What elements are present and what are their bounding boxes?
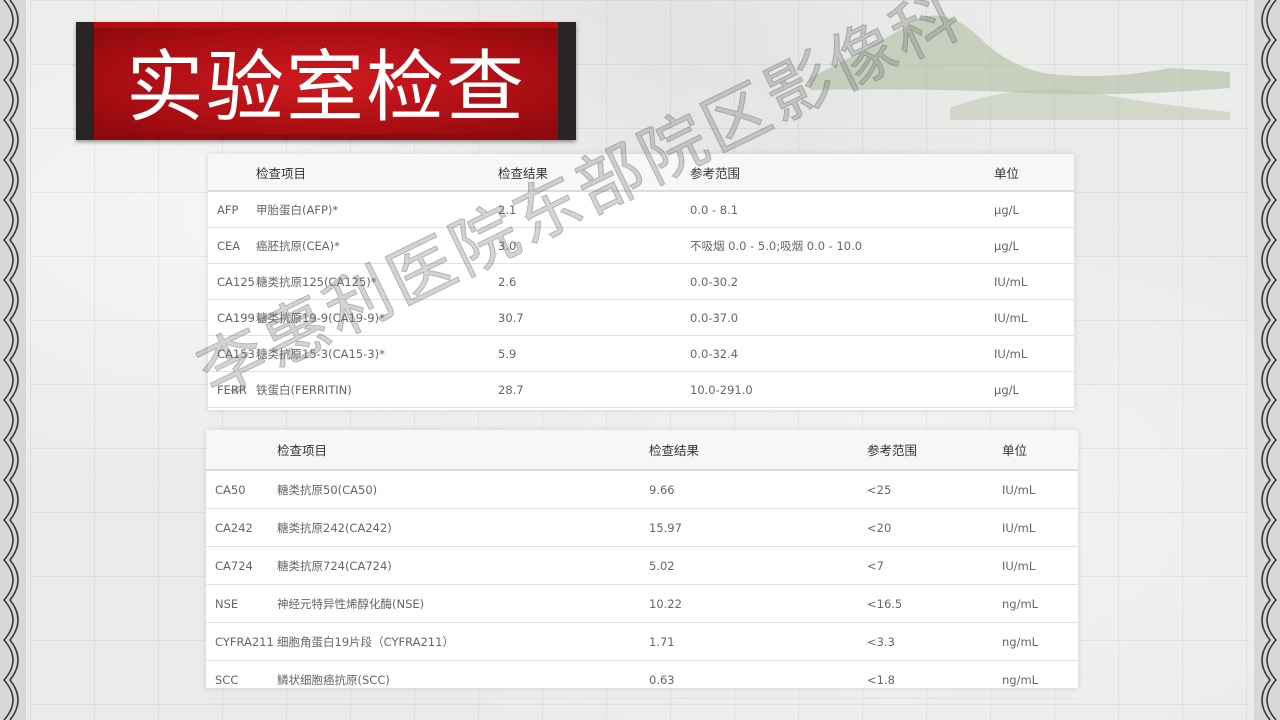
cell-name: 糖类抗原242(CA242)	[276, 508, 648, 547]
table-row: NSE 神经元特异性烯醇化酶(NSE) 10.22 <16.5 ng/mL	[206, 584, 1078, 623]
table-row: AFP 甲胎蛋白(AFP)* 2.1 0.0 - 8.1 μg/L	[208, 191, 1074, 228]
cell-name: 鳞状细胞癌抗原(SCC)	[276, 660, 648, 699]
cell-name: 糖类抗原724(CA724)	[276, 546, 648, 585]
table-row: CA50 糖类抗原50(CA50) 9.66 <25 IU/mL	[206, 470, 1078, 509]
cell-range: 0.0-32.4	[689, 335, 993, 372]
cell-result: 5.02	[648, 546, 866, 585]
cell-name: 细胞角蛋白19片段（CYFRA211）	[276, 622, 648, 661]
cell-code: CA199	[208, 299, 255, 336]
tumor-marker-table-1: 检查项目 检查结果 参考范围 单位 AFP 甲胎蛋白(AFP)* 2.1 0.0…	[208, 154, 1074, 410]
cell-code: NSE	[206, 584, 276, 623]
cell-name: 甲胎蛋白(AFP)*	[255, 191, 497, 228]
left-decorative-border	[0, 0, 26, 720]
table-header-row: 检查项目 检查结果 参考范围 单位	[206, 430, 1078, 471]
cell-name: 糖类抗原50(CA50)	[276, 470, 648, 509]
cell-name: 神经元特异性烯醇化酶(NSE)	[276, 584, 648, 623]
cell-range: <1.8	[866, 660, 1001, 699]
mountain-decoration	[810, 15, 1230, 120]
header-result: 检查结果	[497, 154, 689, 192]
cell-unit: IU/mL	[1001, 508, 1078, 547]
cell-name: 癌胚抗原(CEA)*	[255, 227, 497, 264]
cell-result: 9.66	[648, 470, 866, 509]
table-row: CA724 糖类抗原724(CA724) 5.02 <7 IU/mL	[206, 546, 1078, 585]
table-header-row: 检查项目 检查结果 参考范围 单位	[208, 154, 1074, 192]
cell-unit: μg/L	[993, 371, 1074, 408]
cell-result: 2.1	[497, 191, 689, 228]
tumor-marker-table-2: 检查项目 检查结果 参考范围 单位 CA50 糖类抗原50(CA50) 9.66…	[206, 430, 1078, 699]
cell-code: CA50	[206, 470, 276, 509]
table-row: CA242 糖类抗原242(CA242) 15.97 <20 IU/mL	[206, 508, 1078, 547]
cell-code: CYFRA211	[206, 622, 276, 661]
cell-unit: ng/mL	[1001, 622, 1078, 661]
cell-unit: μg/L	[993, 227, 1074, 264]
title-banner: 实验室检查	[76, 22, 576, 140]
cell-unit: IU/mL	[993, 335, 1074, 372]
cell-unit: IU/mL	[993, 299, 1074, 336]
cell-code: AFP	[208, 191, 255, 228]
cell-result: 0.63	[648, 660, 866, 699]
cell-unit: μg/L	[993, 191, 1074, 228]
header-unit: 单位	[993, 154, 1074, 192]
table-row: CA199 糖类抗原19-9(CA19-9)* 30.7 0.0-37.0 IU…	[208, 299, 1074, 336]
cell-range: 不吸烟 0.0 - 5.0;吸烟 0.0 - 10.0	[689, 227, 993, 264]
cell-result: 2.6	[497, 263, 689, 300]
cell-code: FERR	[208, 371, 255, 408]
cell-code: CEA	[208, 227, 255, 264]
header-code	[208, 154, 255, 192]
header-result: 检查结果	[648, 430, 866, 471]
header-range: 参考范围	[866, 430, 1001, 471]
table-row: CA153 糖类抗原15-3(CA15-3)* 5.9 0.0-32.4 IU/…	[208, 335, 1074, 372]
right-decorative-border	[1254, 0, 1280, 720]
cell-result: 3.0	[497, 227, 689, 264]
cell-result: 10.22	[648, 584, 866, 623]
cell-unit: IU/mL	[1001, 470, 1078, 509]
cell-unit: ng/mL	[1001, 660, 1078, 699]
header-unit: 单位	[1001, 430, 1078, 471]
cell-range: <20	[866, 508, 1001, 547]
header-range: 参考范围	[689, 154, 993, 192]
cell-unit: IU/mL	[993, 263, 1074, 300]
table-row: SCC 鳞状细胞癌抗原(SCC) 0.63 <1.8 ng/mL	[206, 660, 1078, 699]
cell-range: <16.5	[866, 584, 1001, 623]
cell-range: <3.3	[866, 622, 1001, 661]
table-row: FERR 铁蛋白(FERRITIN) 28.7 10.0-291.0 μg/L	[208, 371, 1074, 408]
cell-name: 糖类抗原15-3(CA15-3)*	[255, 335, 497, 372]
header-code	[206, 430, 276, 471]
cell-range: 10.0-291.0	[689, 371, 993, 408]
cell-result: 15.97	[648, 508, 866, 547]
cell-code: CA125	[208, 263, 255, 300]
cell-range: <7	[866, 546, 1001, 585]
cell-result: 30.7	[497, 299, 689, 336]
table-row: CA125 糖类抗原125(CA125)* 2.6 0.0-30.2 IU/mL	[208, 263, 1074, 300]
header-item: 检查项目	[276, 430, 648, 471]
cell-range: <25	[866, 470, 1001, 509]
cell-range: 0.0-37.0	[689, 299, 993, 336]
cell-code: CA153	[208, 335, 255, 372]
cell-name: 铁蛋白(FERRITIN)	[255, 371, 497, 408]
cell-code: CA242	[206, 508, 276, 547]
cell-result: 5.9	[497, 335, 689, 372]
cell-unit: ng/mL	[1001, 584, 1078, 623]
header-item: 检查项目	[255, 154, 497, 192]
cell-code: CA724	[206, 546, 276, 585]
table-row: CEA 癌胚抗原(CEA)* 3.0 不吸烟 0.0 - 5.0;吸烟 0.0 …	[208, 227, 1074, 264]
cell-range: 0.0-30.2	[689, 263, 993, 300]
cell-code: SCC	[206, 660, 276, 699]
cell-unit: IU/mL	[1001, 546, 1078, 585]
cell-result: 1.71	[648, 622, 866, 661]
page-title: 实验室检查	[125, 43, 526, 133]
cell-name: 糖类抗原125(CA125)*	[255, 263, 497, 300]
cell-range: 0.0 - 8.1	[689, 191, 993, 228]
cell-name: 糖类抗原19-9(CA19-9)*	[255, 299, 497, 336]
table-row: CYFRA211 细胞角蛋白19片段（CYFRA211） 1.71 <3.3 n…	[206, 622, 1078, 661]
cell-result: 28.7	[497, 371, 689, 408]
